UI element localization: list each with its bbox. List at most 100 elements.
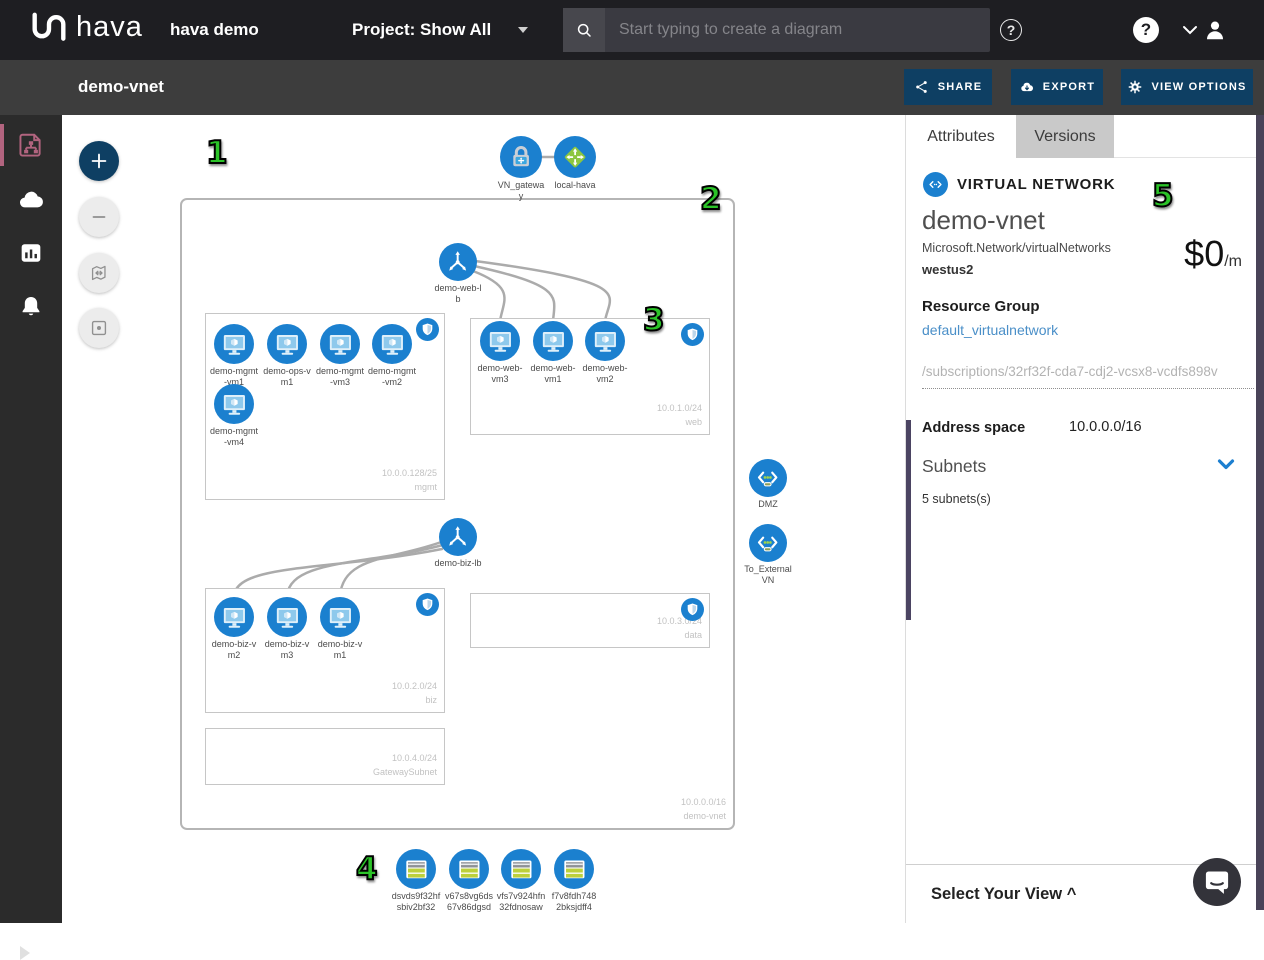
storage-icon	[396, 849, 436, 889]
mgmt-vm4-node[interactable]	[214, 384, 254, 424]
annotation-marker-1: 1	[206, 135, 228, 171]
workspace-name: hava demo	[170, 20, 259, 40]
share-button[interactable]: SHARE	[904, 69, 992, 105]
panel-scroll-thumb[interactable]	[906, 420, 911, 620]
subnet-label: 10.0.0.128/25mgmt	[382, 467, 437, 495]
tab-versions[interactable]: Versions	[1016, 115, 1114, 158]
node-label: local-hava	[542, 180, 608, 191]
biz-vm2-node[interactable]	[214, 597, 254, 637]
web-vm2-node[interactable]	[585, 321, 625, 361]
annotation-marker-5: 5	[1152, 178, 1174, 214]
vnet-label: 10.0.0.0/16 demo-vnet	[681, 796, 726, 824]
cloud-icon	[17, 187, 45, 215]
storage-icon	[554, 849, 594, 889]
chat-bubble-icon	[1193, 858, 1241, 906]
search-input[interactable]	[605, 8, 990, 52]
project-selector[interactable]: Project: Show All	[352, 20, 491, 40]
nsgbadge-icon	[749, 459, 787, 497]
subnets-expand-icon[interactable]	[1214, 452, 1238, 476]
demo-biz-lb-node[interactable]	[439, 518, 477, 556]
vm-icon	[533, 321, 573, 361]
storage1-node[interactable]	[396, 849, 436, 889]
fit-view-button[interactable]	[79, 253, 119, 293]
subnet-label: 10.0.4.0/24GatewaySubnet	[373, 752, 437, 780]
diagram-canvas[interactable]: 10.0.0.0/16 demo-vnet 10.0.0.128/25mgmt 1…	[62, 115, 905, 923]
gear-icon	[1127, 79, 1143, 95]
node-label: To_External VN	[735, 564, 801, 586]
subnet-box-data[interactable]: 10.0.3.0/24data	[470, 593, 710, 648]
project-caret-icon[interactable]	[518, 27, 528, 33]
resource-group-link[interactable]: default_virtualnetwork	[922, 322, 1058, 338]
top-bar: hava hava demo Project: Show All	[0, 0, 1264, 60]
nsg-shield-icon[interactable]	[416, 593, 439, 616]
biz-vm3-node[interactable]	[267, 597, 307, 637]
zoom-in-button[interactable]	[79, 141, 119, 181]
account-chevron-icon[interactable]	[1182, 24, 1198, 36]
sidebar-expand-icon[interactable]	[20, 946, 30, 960]
web-vm1-node[interactable]	[533, 321, 573, 361]
diagram-document-icon	[17, 131, 45, 159]
annotation-marker-4: 4	[356, 851, 378, 887]
chat-launcher-button[interactable]	[1193, 858, 1241, 906]
dmz-node[interactable]	[749, 459, 787, 497]
nsg-shield-icon[interactable]	[681, 598, 704, 621]
search-help-icon[interactable]	[1000, 19, 1022, 41]
address-space-value: 10.0.0.0/16	[1069, 419, 1142, 435]
node-label: demo-mgmt -vm4	[201, 426, 267, 448]
storage-icon	[501, 849, 541, 889]
sidebar-item-alerts[interactable]	[0, 284, 62, 330]
subnet-box-GatewaySubnet[interactable]: 10.0.4.0/24GatewaySubnet	[205, 728, 445, 785]
hava-logo-text[interactable]: hava	[76, 11, 143, 44]
storage2-node[interactable]	[449, 849, 489, 889]
sidebar-item-diagrams[interactable]	[0, 122, 62, 168]
nsgbadge-icon	[749, 524, 787, 562]
help-icon[interactable]	[1133, 17, 1159, 43]
node-label: f7v8fdh748 2bksjdff4	[541, 891, 607, 913]
tab-attributes[interactable]: Attributes	[906, 115, 1016, 158]
nsg-shield-icon[interactable]	[416, 318, 439, 341]
annotation-marker-2: 2	[700, 181, 722, 217]
select-view-toggle[interactable]: Select Your View ^	[931, 885, 1076, 904]
annotation-marker-3: 3	[643, 302, 665, 338]
vn-gateway-node[interactable]	[500, 136, 542, 178]
subnet-label: 10.0.2.0/24biz	[392, 680, 437, 708]
nsg-shield-icon[interactable]	[681, 323, 704, 346]
diagram-title: demo-vnet	[78, 77, 164, 97]
lb-icon	[439, 518, 477, 556]
resource-region: westus2	[922, 262, 973, 277]
mgmt-vm1-node[interactable]	[214, 324, 254, 364]
vm-icon	[480, 321, 520, 361]
vnetpeer-icon	[554, 136, 596, 178]
sidebar-item-reports[interactable]	[0, 230, 62, 276]
page-scrollbar[interactable]	[1256, 115, 1264, 910]
user-account-icon[interactable]	[1202, 17, 1228, 43]
node-label: demo-biz-v m1	[307, 639, 373, 661]
vm-icon	[214, 597, 254, 637]
to-external-vn-node[interactable]	[749, 524, 787, 562]
center-view-button[interactable]	[79, 308, 119, 348]
view-options-button[interactable]: VIEW OPTIONS	[1121, 69, 1253, 105]
zoom-out-button[interactable]	[79, 197, 119, 237]
hava-logo-icon[interactable]	[28, 10, 70, 50]
demo-web-lb-node[interactable]	[439, 243, 477, 281]
vm-icon	[267, 324, 307, 364]
web-vm3-node[interactable]	[480, 321, 520, 361]
vm-icon	[320, 597, 360, 637]
sidebar-item-environments[interactable]	[0, 178, 62, 224]
resource-path: Microsoft.Network/virtualNetworks	[922, 241, 1111, 255]
fit-map-icon	[88, 262, 110, 284]
biz-vm1-node[interactable]	[320, 597, 360, 637]
resource-group-label: Resource Group	[922, 298, 1040, 315]
search-icon[interactable]	[563, 8, 605, 52]
ops-vm1-node[interactable]	[267, 324, 307, 364]
mgmt-vm2-node[interactable]	[372, 324, 412, 364]
subnets-heading: Subnets	[922, 456, 986, 477]
local-hava-node[interactable]	[554, 136, 596, 178]
export-button[interactable]: EXPORT	[1011, 69, 1103, 105]
virtual-network-icon	[923, 172, 948, 197]
share-icon	[914, 79, 930, 95]
storage4-node[interactable]	[554, 849, 594, 889]
mgmt-vm3-node[interactable]	[320, 324, 360, 364]
storage3-node[interactable]	[501, 849, 541, 889]
vm-icon	[214, 324, 254, 364]
